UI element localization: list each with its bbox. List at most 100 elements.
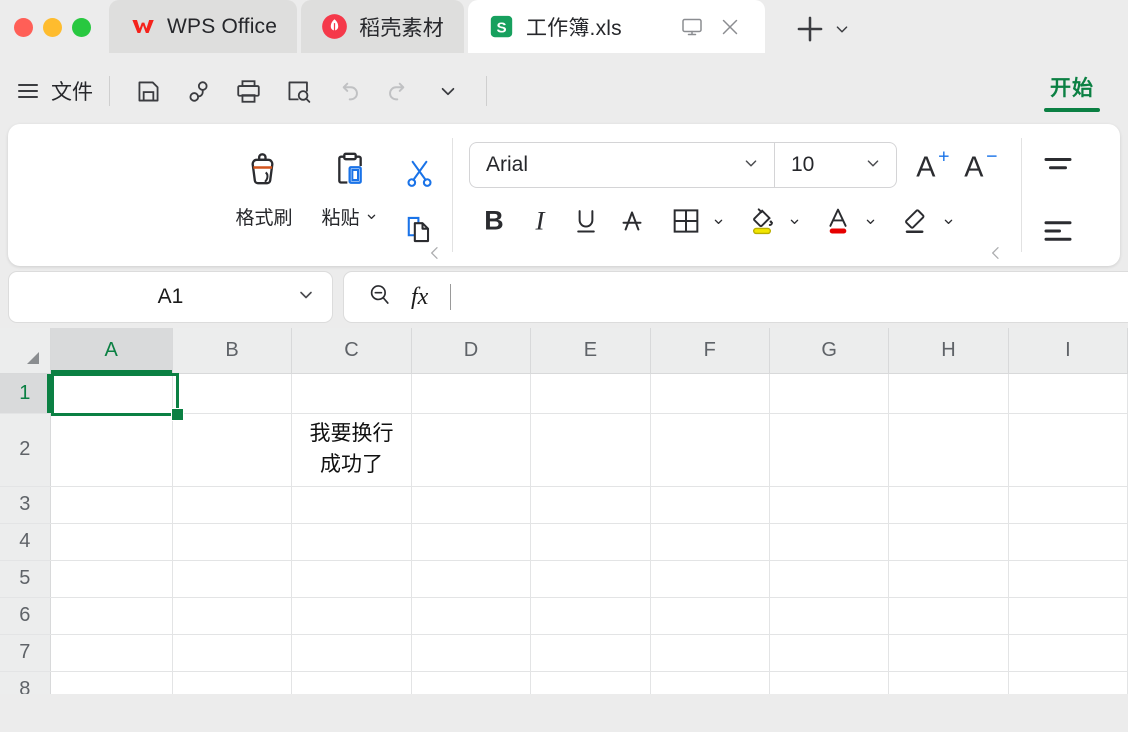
- cell-i4[interactable]: [1008, 523, 1128, 561]
- share-icon[interactable]: [176, 71, 220, 111]
- undo-icon[interactable]: [326, 71, 370, 111]
- underline-button[interactable]: [563, 200, 609, 242]
- cell-h4[interactable]: [888, 523, 1009, 561]
- close-icon[interactable]: [715, 12, 745, 42]
- cell-c1[interactable]: [291, 373, 412, 414]
- cell-b1[interactable]: [172, 373, 293, 414]
- format-painter-button[interactable]: 格式刷: [224, 146, 304, 230]
- name-box[interactable]: A1: [8, 271, 333, 323]
- select-all-corner[interactable]: [0, 328, 51, 374]
- cell-a8[interactable]: [50, 671, 173, 694]
- cell-a3[interactable]: [50, 486, 173, 524]
- cell-i1[interactable]: [1008, 373, 1128, 414]
- cell-g4[interactable]: [769, 523, 890, 561]
- cell-a4[interactable]: [50, 523, 173, 561]
- cell-h1[interactable]: [888, 373, 1009, 414]
- row-header-6[interactable]: 6: [0, 597, 51, 635]
- cell-c6[interactable]: [291, 597, 412, 635]
- cell-b4[interactable]: [172, 523, 293, 561]
- formula-input[interactable]: fx: [343, 271, 1128, 323]
- cell-e5[interactable]: [530, 560, 651, 598]
- cell-a6[interactable]: [50, 597, 173, 635]
- cell-g3[interactable]: [769, 486, 890, 524]
- fill-color-button[interactable]: [739, 200, 785, 242]
- cell-e7[interactable]: [530, 634, 651, 672]
- cut-icon[interactable]: [396, 152, 442, 194]
- column-header-f[interactable]: F: [650, 328, 770, 374]
- cell-g8[interactable]: [769, 671, 890, 694]
- increase-font-size-button[interactable]: A +: [913, 142, 961, 188]
- cell-d6[interactable]: [411, 597, 532, 635]
- row-header-7[interactable]: 7: [0, 634, 51, 672]
- cell-a7[interactable]: [50, 634, 173, 672]
- column-header-e[interactable]: E: [530, 328, 651, 374]
- insert-function-label[interactable]: fx: [411, 284, 428, 311]
- cell-c4[interactable]: [291, 523, 412, 561]
- cell-b7[interactable]: [172, 634, 293, 672]
- cell-c2[interactable]: 我要换行 成功了: [291, 413, 412, 487]
- new-tab-chevron-down-icon[interactable]: [831, 18, 853, 45]
- save-icon[interactable]: [126, 71, 170, 111]
- zoom-out-icon[interactable]: [366, 281, 393, 313]
- font-color-button[interactable]: [815, 200, 861, 242]
- cell-d5[interactable]: [411, 560, 532, 598]
- row-header-1[interactable]: 1: [0, 373, 51, 414]
- cell-c7[interactable]: [291, 634, 412, 672]
- cell-g2[interactable]: [769, 413, 890, 487]
- cell-e3[interactable]: [530, 486, 651, 524]
- bold-button[interactable]: B: [471, 200, 517, 242]
- align-middle-icon[interactable]: [1040, 146, 1076, 187]
- cell-f3[interactable]: [650, 486, 770, 524]
- cell-i7[interactable]: [1008, 634, 1128, 672]
- cell-a2[interactable]: [50, 413, 173, 487]
- cell-i8[interactable]: [1008, 671, 1128, 694]
- cell-c8[interactable]: [291, 671, 412, 694]
- cell-b3[interactable]: [172, 486, 293, 524]
- column-header-i[interactable]: I: [1008, 328, 1128, 374]
- clear-format-button[interactable]: [893, 200, 939, 242]
- cell-f6[interactable]: [650, 597, 770, 635]
- row-header-4[interactable]: 4: [0, 523, 51, 561]
- cell-h6[interactable]: [888, 597, 1009, 635]
- close-window-button[interactable]: [14, 18, 33, 37]
- print-icon[interactable]: [226, 71, 270, 111]
- cell-g6[interactable]: [769, 597, 890, 635]
- cell-e4[interactable]: [530, 523, 651, 561]
- cell-h7[interactable]: [888, 634, 1009, 672]
- cell-b6[interactable]: [172, 597, 293, 635]
- tab-workbook-xls[interactable]: S 工作簿.xls: [467, 0, 765, 53]
- font-name-select[interactable]: Arial: [469, 142, 774, 188]
- cell-f2[interactable]: [650, 413, 770, 487]
- customize-chevron-down-icon[interactable]: [426, 71, 470, 111]
- paste-chevron-down-icon[interactable]: [364, 209, 379, 224]
- cell-d4[interactable]: [411, 523, 532, 561]
- chevron-down-icon[interactable]: [294, 283, 318, 312]
- decrease-font-size-button[interactable]: A −: [961, 142, 1009, 188]
- tab-wps-office[interactable]: WPS Office: [109, 0, 298, 53]
- cell-f5[interactable]: [650, 560, 770, 598]
- column-header-g[interactable]: G: [769, 328, 890, 374]
- cell-f7[interactable]: [650, 634, 770, 672]
- row-header-8[interactable]: 8: [0, 671, 51, 694]
- cell-e8[interactable]: [530, 671, 651, 694]
- cell-a5[interactable]: [50, 560, 173, 598]
- italic-button[interactable]: I: [517, 200, 563, 242]
- clear-format-chevron-down-icon[interactable]: [939, 200, 957, 242]
- cell-h5[interactable]: [888, 560, 1009, 598]
- row-header-5[interactable]: 5: [0, 560, 51, 598]
- cell-h8[interactable]: [888, 671, 1009, 694]
- file-menu-group[interactable]: 文件: [18, 76, 93, 106]
- cell-d7[interactable]: [411, 634, 532, 672]
- redo-icon[interactable]: [376, 71, 420, 111]
- strikethrough-button[interactable]: [609, 200, 655, 242]
- row-header-3[interactable]: 3: [0, 486, 51, 524]
- cell-f4[interactable]: [650, 523, 770, 561]
- borders-chevron-down-icon[interactable]: [709, 200, 727, 242]
- minimize-window-button[interactable]: [43, 18, 62, 37]
- cell-e6[interactable]: [530, 597, 651, 635]
- cell-b8[interactable]: [172, 671, 293, 694]
- cell-i3[interactable]: [1008, 486, 1128, 524]
- present-icon[interactable]: [677, 12, 707, 42]
- maximize-window-button[interactable]: [72, 18, 91, 37]
- cell-e1[interactable]: [530, 373, 651, 414]
